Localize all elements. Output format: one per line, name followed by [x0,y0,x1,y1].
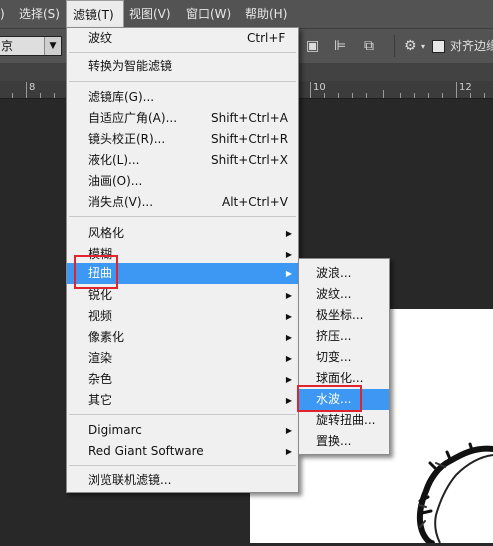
annotation-highlight-zigzag [297,385,362,412]
menu-select[interactable]: 选择(S) [19,0,60,28]
menu-item-label: 液化(L)... [88,153,140,167]
distribute-icon[interactable]: ⊫ [334,38,346,54]
menu-item-convert-smart-filter[interactable]: 转换为智能滤镜 [67,56,298,77]
menu-item-shortcut: Shift+Ctrl+R [211,132,289,146]
menu-item-label: 杂色 [88,372,113,386]
menu-item-adaptive-wide-angle[interactable]: 自适应广角(A)... Shift+Ctrl+A [67,108,298,129]
menu-item-shortcut: Ctrl+F [247,31,286,45]
menu-item-digimarc[interactable]: Digimarc ▶ [67,420,298,441]
submenu-arrow-icon: ▶ [285,333,292,342]
menu-item-label: 消失点(V)... [88,195,154,209]
menu-item-label: 置换... [316,434,352,448]
menu-item-label: 视频 [88,309,113,323]
submenu-item-shear[interactable]: 切变... [299,347,389,368]
ruler-tick [310,82,311,98]
menu-divider [69,81,296,82]
menu-item-filter-gallery[interactable]: 滤镜库(G)... [67,87,298,108]
ruler-tick [26,82,27,98]
submenu-arrow-icon: ▶ [285,447,292,456]
chevron-down-icon: ▼ [44,37,61,55]
menu-item-last-filter[interactable]: 波纹 Ctrl+F [67,28,298,49]
submenu-arrow-icon: ▶ [285,250,292,259]
toolbar-divider [394,35,395,57]
menu-filter[interactable]: 滤镜(T) [66,0,124,29]
menu-item-browse-filters-online[interactable]: 浏览联机滤镜... [67,470,298,491]
gear-icon[interactable]: ⚙ [404,38,417,54]
menu-item-label: 自适应广角(A)... [88,111,178,125]
menu-window[interactable]: 窗口(W) [186,0,231,28]
menu-bar: ) 选择(S) 滤镜(T) 视图(V) 窗口(W) 帮助(H) [0,0,493,29]
chevron-down-icon[interactable]: ▾ [421,42,425,51]
submenu-arrow-icon: ▶ [285,229,292,238]
menu-item-label: 波浪... [316,266,352,280]
menu-divider [69,52,296,53]
submenu-item-ripple[interactable]: 波纹... [299,284,389,305]
menu-item-other[interactable]: 其它 ▶ [67,390,298,411]
menu-item-label: 油画(O)... [88,174,143,188]
align-edges-label: 对齐边缘 [450,39,493,53]
menu-item-video[interactable]: 视频 ▶ [67,306,298,327]
menu-layer-partial[interactable]: ) [0,0,5,28]
submenu-item-twirl[interactable]: 旋转扭曲... [299,410,389,431]
ruler-label: 10 [313,82,326,93]
menu-item-label: Red Giant Software [88,444,204,458]
menu-divider [69,216,296,217]
menu-item-noise[interactable]: 杂色 ▶ [67,369,298,390]
sample-size-select[interactable]: 京 ▼ [0,36,62,56]
menu-item-shortcut: Alt+Ctrl+V [222,195,288,209]
menu-item-label: 风格化 [88,226,125,240]
submenu-arrow-icon: ▶ [285,426,292,435]
menu-item-vanishing-point[interactable]: 消失点(V)... Alt+Ctrl+V [67,192,298,213]
menu-item-label: 极坐标... [316,308,364,322]
menu-item-shortcut: Shift+Ctrl+X [211,153,288,167]
ruler-label: 8 [29,82,36,93]
menu-item-label: 浏览联机滤镜... [88,473,172,487]
ruler-label: 12 [459,82,472,93]
ruler-tick [456,82,457,98]
menu-item-stylize[interactable]: 风格化 ▶ [67,223,298,244]
menu-help[interactable]: 帮助(H) [245,0,287,28]
menu-item-label: 波纹 [88,31,113,45]
sample-size-value: 京 [1,39,14,53]
menu-item-label: 波纹... [316,287,352,301]
submenu-arrow-icon: ▶ [285,375,292,384]
menu-item-label: 渲染 [88,351,113,365]
submenu-arrow-icon: ▶ [285,269,292,278]
menu-divider [69,465,296,466]
align-icon[interactable]: ▣ [306,38,319,54]
menu-item-label: 像素化 [88,330,125,344]
menu-item-label: 旋转扭曲... [316,413,376,427]
menu-item-pixelate[interactable]: 像素化 ▶ [67,327,298,348]
menu-item-oil-paint[interactable]: 油画(O)... [67,171,298,192]
menu-item-label: 滤镜库(G)... [88,90,155,104]
menu-divider [69,414,296,415]
submenu-arrow-icon: ▶ [285,291,292,300]
menu-item-label: 挤压... [316,329,352,343]
submenu-arrow-icon: ▶ [285,396,292,405]
menu-item-render[interactable]: 渲染 ▶ [67,348,298,369]
submenu-item-pinch[interactable]: 挤压... [299,326,389,347]
submenu-arrow-icon: ▶ [285,354,292,363]
menu-item-shortcut: Shift+Ctrl+A [211,111,288,125]
menu-item-red-giant-software[interactable]: Red Giant Software ▶ [67,441,298,462]
submenu-arrow-icon: ▶ [285,312,292,321]
align-edges-checkbox[interactable] [432,40,445,53]
submenu-item-displace[interactable]: 置换... [299,431,389,452]
menu-view[interactable]: 视图(V) [129,0,171,28]
menu-item-lens-correction[interactable]: 镜头校正(R)... Shift+Ctrl+R [67,129,298,150]
menu-item-label: 镜头校正(R)... [88,132,166,146]
menu-item-liquify[interactable]: 液化(L)... Shift+Ctrl+X [67,150,298,171]
submenu-item-wave[interactable]: 波浪... [299,263,389,284]
distort-submenu: 波浪... 波纹... 极坐标... 挤压... 切变... 球面化... 水波… [298,258,390,455]
submenu-item-polar-coordinates[interactable]: 极坐标... [299,305,389,326]
menu-item-label: Digimarc [88,423,142,437]
menu-item-label: 其它 [88,393,113,407]
annotation-highlight-distort [74,255,118,289]
arrange-icon[interactable]: ⧉ [364,38,374,54]
menu-item-label: 转换为智能滤镜 [88,59,173,73]
menu-item-label: 切变... [316,350,352,364]
